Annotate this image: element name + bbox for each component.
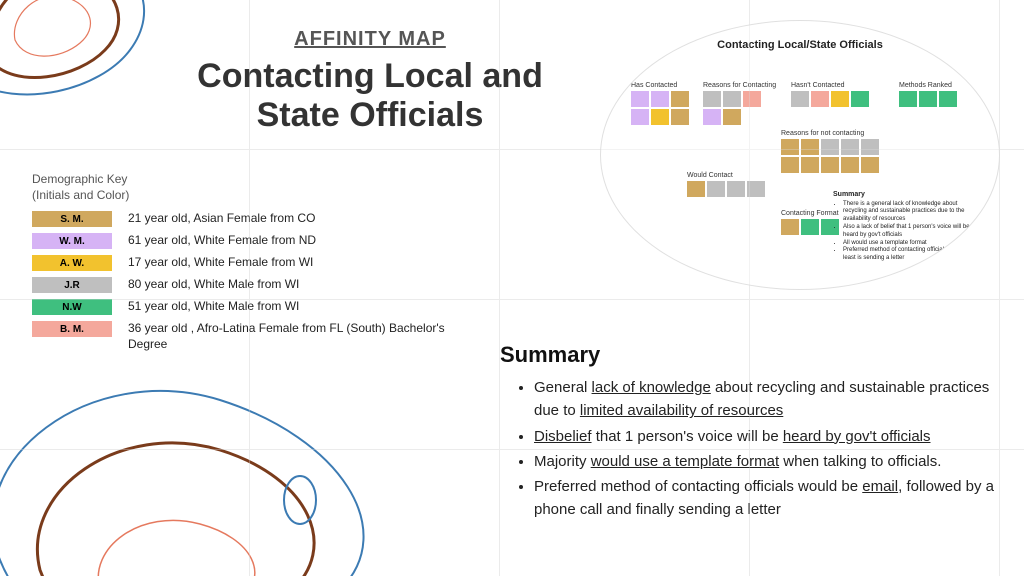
summary-item: Disbelief that 1 person's voice will be …	[534, 425, 1000, 448]
sticky-note	[781, 219, 799, 235]
underlined-text: limited availability of resources	[580, 402, 783, 419]
summary-block: Summary General lack of knowledge about …	[500, 342, 1000, 524]
demographic-key-label: Demographic Key (Initials and Color)	[32, 172, 462, 203]
sticky-note	[781, 157, 799, 173]
demographic-key-row: B. M. 36 year old , Afro-Latina Female fr…	[32, 321, 462, 352]
sticky-note	[801, 139, 819, 155]
slide-canvas: AFFINITY MAP Contacting Local and State …	[0, 0, 1024, 576]
affinity-cluster: Reasons for Contacting	[703, 82, 765, 125]
summary-item: Preferred method of contacting officials…	[534, 475, 1000, 522]
demographic-description: 51 year old, White Male from WI	[128, 299, 462, 315]
sticky-note	[707, 181, 725, 197]
affinity-map-summary: Summary There is a general lack of knowl…	[833, 190, 973, 263]
underlined-text: email	[862, 478, 898, 495]
demographic-description: 61 year old, White Female from ND	[128, 233, 462, 249]
decor-blob-bottom	[0, 380, 420, 576]
underlined-text: lack of knowledge	[592, 379, 711, 396]
page-title: Contacting Local and State Officials	[190, 57, 550, 135]
text: that 1 person's voice will be	[592, 428, 783, 445]
sticky-note	[703, 91, 721, 107]
sticky-note	[727, 181, 745, 197]
demographic-description: 17 year old, White Female from WI	[128, 255, 462, 271]
cluster-label: Hasn't Contacted	[791, 82, 881, 89]
sticky-note	[791, 91, 809, 107]
demographic-description: 36 year old , Afro-Latina Female from FL…	[128, 321, 462, 352]
affinity-map-title: Contacting Local/State Officials	[631, 39, 969, 52]
underlined-text: Disbelief	[534, 428, 592, 445]
affinity-map-thumbnail: Contacting Local/State Officials Has Con…	[600, 20, 1000, 290]
sticky-note	[851, 91, 869, 107]
affinity-map-summary-heading: Summary	[833, 190, 973, 199]
sticky-note	[747, 181, 765, 197]
decor-blob-top	[0, 0, 180, 105]
sticky-note	[841, 139, 859, 155]
sticky-note	[631, 109, 649, 125]
heading-block: AFFINITY MAP Contacting Local and State …	[190, 28, 550, 135]
sticky-note	[651, 109, 669, 125]
demographic-swatch: W. M.	[32, 233, 112, 249]
demographic-swatch: N.W	[32, 299, 112, 315]
key-label-line: Demographic Key	[32, 172, 127, 186]
affinity-cluster: Hasn't Contacted	[791, 82, 881, 107]
sticky-note	[841, 157, 859, 173]
demographic-key: Demographic Key (Initials and Color) S. …	[32, 172, 462, 358]
summary-item: Majority would use a template format whe…	[534, 450, 1000, 473]
demographic-key-row: A. W. 17 year old, White Female from WI	[32, 255, 462, 271]
sticky-note	[939, 91, 957, 107]
text: when talking to officials.	[779, 453, 941, 470]
affinity-cluster: Methods Ranked	[899, 82, 961, 107]
demographic-swatch: J.R	[32, 277, 112, 293]
sticky-note	[861, 139, 879, 155]
summary-heading: Summary	[500, 342, 1000, 368]
sticky-note	[671, 91, 689, 107]
demographic-key-row: N.W 51 year old, White Male from WI	[32, 299, 462, 315]
overline: AFFINITY MAP	[190, 28, 550, 51]
sticky-note	[671, 109, 689, 125]
sticky-note	[687, 181, 705, 197]
cluster-label: Reasons for not contacting	[781, 130, 891, 137]
demographic-description: 80 year old, White Male from WI	[128, 277, 462, 293]
sticky-note	[821, 157, 839, 173]
sticky-note	[723, 109, 741, 125]
demographic-description: 21 year old, Asian Female from CO	[128, 211, 462, 227]
underlined-text: heard by gov't officials	[783, 428, 931, 445]
sticky-note	[919, 91, 937, 107]
sticky-note	[723, 91, 741, 107]
affinity-cluster: Would Contact	[687, 172, 767, 197]
demographic-key-row: W. M. 61 year old, White Female from ND	[32, 233, 462, 249]
cluster-label: Methods Ranked	[899, 82, 961, 89]
sticky-note	[899, 91, 917, 107]
underlined-text: would use a template format	[591, 453, 779, 470]
summary-item: General lack of knowledge about recyclin…	[534, 376, 1000, 423]
affinity-cluster: Reasons for not contacting	[781, 130, 891, 173]
sticky-note	[861, 157, 879, 173]
sticky-note	[831, 91, 849, 107]
sticky-note	[631, 91, 649, 107]
text: Preferred method of contacting officials…	[534, 478, 862, 495]
cluster-label: Reasons for Contacting	[703, 82, 765, 89]
sticky-note	[811, 91, 829, 107]
cluster-label: Has Contacted	[631, 82, 693, 89]
sticky-note	[651, 91, 669, 107]
demographic-key-row: J.R 80 year old, White Male from WI	[32, 277, 462, 293]
affinity-map-summary-item: All would use a template format	[843, 240, 973, 248]
text: General	[534, 379, 592, 396]
demographic-swatch: B. M.	[32, 321, 112, 337]
sticky-note	[821, 139, 839, 155]
sticky-note	[781, 139, 799, 155]
affinity-map-summary-item: Also a lack of belief that 1 person's vo…	[843, 224, 973, 240]
text: Majority	[534, 453, 591, 470]
sticky-note	[801, 219, 819, 235]
demographic-key-row: S. M. 21 year old, Asian Female from CO	[32, 211, 462, 227]
sticky-note	[743, 91, 761, 107]
sticky-note	[801, 157, 819, 173]
key-label-line: (Initials and Color)	[32, 188, 129, 202]
demographic-swatch: A. W.	[32, 255, 112, 271]
demographic-swatch: S. M.	[32, 211, 112, 227]
cluster-label: Would Contact	[687, 172, 767, 179]
sticky-note	[703, 109, 721, 125]
affinity-map-summary-item: There is a general lack of knowledge abo…	[843, 201, 973, 224]
affinity-map-summary-item: Preferred method of contacting officials…	[843, 247, 973, 263]
affinity-cluster: Has Contacted	[631, 82, 693, 125]
